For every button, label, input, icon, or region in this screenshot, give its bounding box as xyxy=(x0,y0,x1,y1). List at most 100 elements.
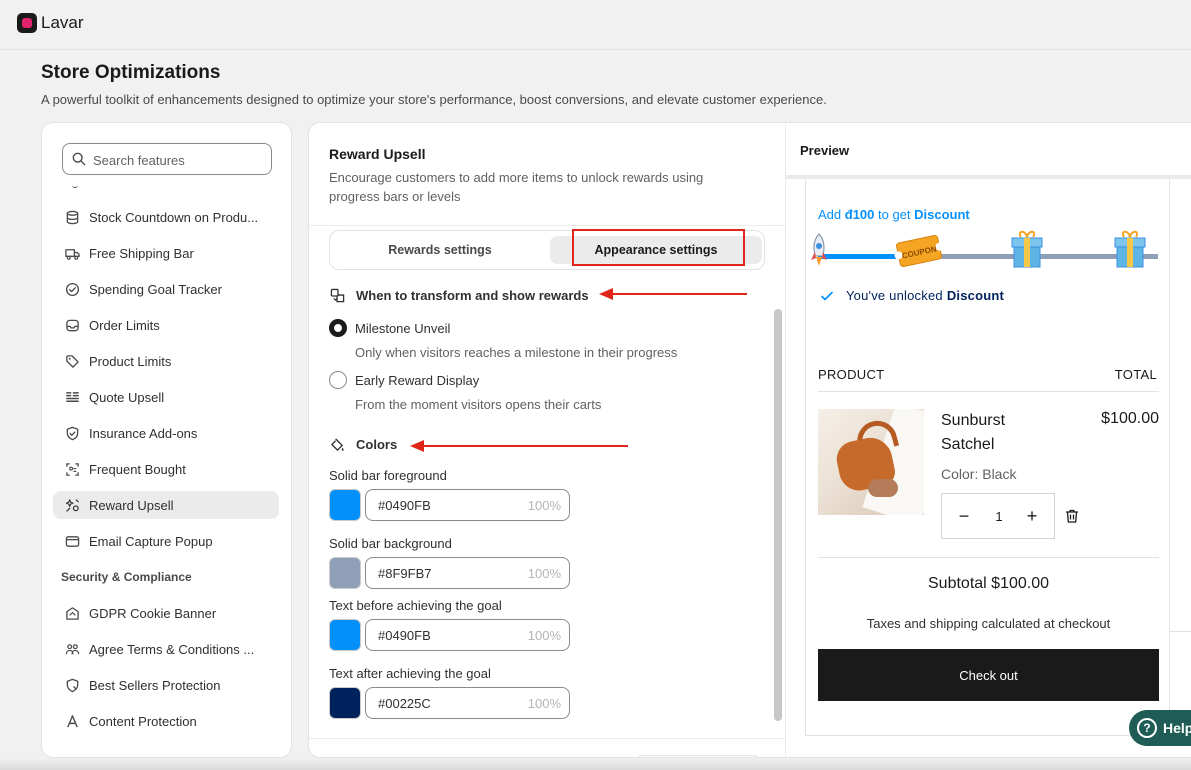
sidebar-item-label: Stock Countdown on Produ... xyxy=(89,209,259,225)
product-variant: Color: Black xyxy=(941,466,1017,482)
quantity-stepper: − 1 + xyxy=(941,493,1055,539)
check-icon xyxy=(821,291,833,300)
annotation-highlight-box xyxy=(572,229,745,266)
color-field-label: Text after achieving the goal xyxy=(329,666,491,681)
hex-value: #8F9FB7 xyxy=(378,566,432,581)
sidebar-item-quote-upsell[interactable]: Quote Upsell xyxy=(53,383,279,411)
product-image xyxy=(818,409,924,515)
scan-icon xyxy=(64,461,80,477)
sidebar-item-label: Spending Goal Tracker xyxy=(89,281,222,297)
quantity-value[interactable]: 1 xyxy=(989,509,1009,524)
sidebar-item-gdpr-cookie-banner[interactable]: GDPR Cookie Banner xyxy=(53,599,279,627)
search-input[interactable] xyxy=(93,150,263,170)
search-icon xyxy=(72,152,86,166)
sidebar-item-content-protection[interactable]: Content Protection xyxy=(53,707,279,735)
color-field-label: Text before achieving the goal xyxy=(329,598,502,613)
color-swatch-text-after[interactable] xyxy=(329,687,361,719)
feature-list: Stock Countdown on Produ... Free Shippin… xyxy=(53,203,279,743)
gift-icon xyxy=(1114,230,1146,268)
goal-middle: to get xyxy=(874,207,915,222)
tag-icon xyxy=(64,353,80,369)
divider xyxy=(1170,631,1191,632)
app-name: Lavar xyxy=(41,13,84,32)
decrease-button[interactable]: − xyxy=(954,506,974,526)
truck-icon xyxy=(64,245,80,261)
color-input-text-after[interactable]: #00225C 100% xyxy=(365,687,570,719)
color-input-bar-background[interactable]: #8F9FB7 100% xyxy=(365,557,570,589)
radio-milestone-unveil[interactable]: Milestone Unveil xyxy=(329,319,450,337)
sidebar-section-heading: Security & Compliance xyxy=(61,570,192,584)
tab-rewards-settings[interactable]: Rewards settings xyxy=(334,236,546,264)
color-input-text-before[interactable]: #0490FB 100% xyxy=(365,619,570,651)
column-header-total: TOTAL xyxy=(1114,367,1157,382)
product-price: $100.00 xyxy=(1101,410,1159,427)
gift-icon xyxy=(1011,230,1043,268)
sidebar-item-label: Free Shipping Bar xyxy=(89,245,194,261)
increase-button[interactable]: + xyxy=(1022,506,1042,526)
unlocked-reward: Discount xyxy=(946,288,1005,303)
color-swatch-text-before[interactable] xyxy=(329,619,361,651)
checkout-button[interactable]: Check out xyxy=(818,649,1159,701)
color-swatch-bar-background[interactable] xyxy=(329,557,361,589)
sidebar-item-spending-goal-tracker[interactable]: Spending Goal Tracker xyxy=(53,275,279,303)
transform-icon xyxy=(329,287,345,303)
radio-help-text: From the moment visitors opens their car… xyxy=(355,397,602,412)
search-box[interactable] xyxy=(62,143,272,175)
opacity-value: 100% xyxy=(527,566,561,581)
feature-panel: Reward Upsell Encourage customers to add… xyxy=(308,122,1191,758)
divider xyxy=(309,738,786,739)
radio-button[interactable] xyxy=(329,371,347,389)
goal-reward: Discount xyxy=(914,207,970,222)
rocket-icon xyxy=(811,233,827,266)
settings-title: Reward Upsell xyxy=(329,146,426,162)
transform-section-heading: When to transform and show rewards xyxy=(329,287,589,303)
check-circle-icon xyxy=(64,281,80,297)
radio-button[interactable] xyxy=(329,319,347,337)
settings-scrollbar[interactable] xyxy=(774,309,782,721)
sidebar-item-label: Insurance Add-ons xyxy=(89,425,198,441)
cart-preview: Add đ100 to get Discount COUPON You've u… xyxy=(805,179,1170,736)
feature-sidebar: Stock Countdown on Produ... Free Shippin… xyxy=(41,122,292,758)
sidebar-item-reward-upsell[interactable]: Reward Upsell xyxy=(53,491,279,519)
goal-amount: đ100 xyxy=(844,207,875,222)
sidebar-item-frequent-bought[interactable]: Frequent Bought xyxy=(53,455,279,483)
product-name[interactable]: Sunburst Satchel xyxy=(941,409,1051,457)
opacity-value: 100% xyxy=(527,696,561,711)
sidebar-item-label: Quote Upsell xyxy=(89,389,165,405)
sidebar-item-insurance-add-ons[interactable]: Insurance Add-ons xyxy=(53,419,279,447)
sidebar-item-free-shipping-bar[interactable]: Free Shipping Bar xyxy=(53,239,279,267)
settings-description: Encourage customers to add more items to… xyxy=(329,170,704,204)
tax-note: Taxes and shipping calculated at checkou… xyxy=(866,616,1111,631)
hex-value: #00225C xyxy=(378,696,431,711)
sidebar-item-order-limits[interactable]: Order Limits xyxy=(53,311,279,339)
color-field-label: Solid bar foreground xyxy=(329,468,447,483)
hex-value: #0490FB xyxy=(378,498,431,513)
paint-bucket-icon xyxy=(329,436,345,452)
people-icon xyxy=(64,641,80,657)
sidebar-item-email-capture-popup[interactable]: Email Capture Popup xyxy=(53,527,279,555)
colors-heading-label: Colors xyxy=(356,436,398,452)
unlocked-prefix: You've unlocked xyxy=(846,288,943,303)
column-header-product: PRODUCT xyxy=(818,367,885,382)
sidebar-item-agree-terms[interactable]: Agree Terms & Conditions ... xyxy=(53,635,279,663)
opacity-value: 100% xyxy=(527,628,561,643)
partial-icon xyxy=(72,185,78,188)
sidebar-item-label: Reward Upsell xyxy=(89,497,174,513)
color-field-label: Solid bar background xyxy=(329,536,452,551)
sidebar-item-best-sellers-protection[interactable]: Best Sellers Protection xyxy=(53,671,279,699)
trash-icon[interactable] xyxy=(1064,508,1080,524)
unlocked-message: You've unlocked Discount xyxy=(820,288,1004,303)
color-swatch-bar-foreground[interactable] xyxy=(329,489,361,521)
sidebar-item-product-limits[interactable]: Product Limits xyxy=(53,347,279,375)
sidebar-item-label: Order Limits xyxy=(89,317,160,333)
settings-column: Reward Upsell Encourage customers to add… xyxy=(309,123,786,757)
subtotal: Subtotal $100.00 xyxy=(928,575,1049,592)
database-icon xyxy=(64,209,80,225)
help-button[interactable]: ? Help xyxy=(1129,710,1191,746)
color-input-bar-foreground[interactable]: #0490FB 100% xyxy=(365,489,570,521)
text-a-icon xyxy=(64,713,80,729)
sidebar-item-stock-countdown[interactable]: Stock Countdown on Produ... xyxy=(53,203,279,231)
question-icon: ? xyxy=(1137,718,1157,738)
radio-early-reward-display[interactable]: Early Reward Display xyxy=(329,371,479,389)
divider xyxy=(818,557,1159,558)
